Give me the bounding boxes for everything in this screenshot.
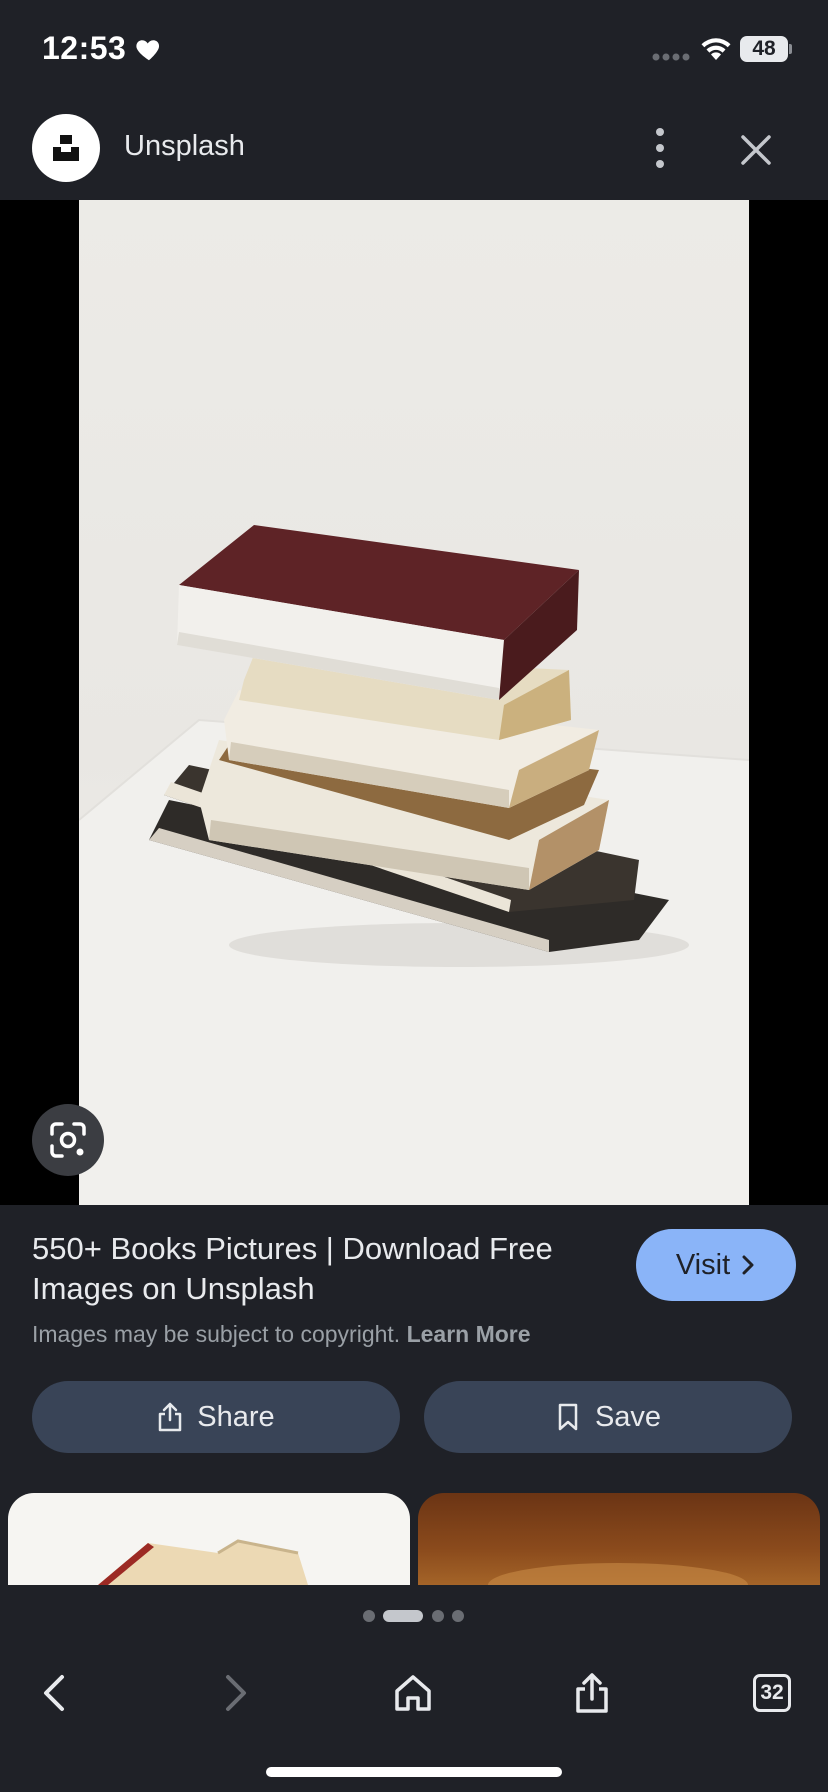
home-button[interactable] (377, 1657, 449, 1729)
share-icon (576, 1673, 608, 1713)
status-time: 12:53 (42, 30, 127, 66)
back-icon (44, 1675, 64, 1711)
copyright-notice: Images may be subject to copyright. Lear… (32, 1321, 531, 1348)
related-image-thumbnail[interactable] (418, 1493, 820, 1585)
forward-button[interactable] (198, 1657, 270, 1729)
bookmark-icon (558, 1403, 578, 1431)
more-vert-icon[interactable] (640, 122, 680, 174)
copyright-text: Images may be subject to copyright. (32, 1321, 401, 1347)
browser-toolbar: 32 (0, 1585, 828, 1792)
tab-count: 32 (760, 1681, 784, 1704)
back-button[interactable] (20, 1657, 92, 1729)
wifi-icon (701, 38, 731, 60)
battery-level: 48 (740, 36, 788, 62)
share-page-button[interactable] (556, 1657, 628, 1729)
home-icon (395, 1675, 431, 1711)
related-image-thumbnail[interactable] (8, 1493, 410, 1585)
result-title[interactable]: 550+ Books Pictures | Download Free Imag… (32, 1229, 602, 1309)
image-viewer[interactable] (0, 200, 828, 1205)
share-label: Share (197, 1400, 275, 1433)
heart-icon (136, 40, 160, 61)
share-icon (159, 1402, 182, 1432)
visit-label: Visit (675, 1248, 731, 1281)
signal-icon (652, 53, 690, 61)
tabs-icon: 32 (753, 1674, 791, 1712)
battery-icon: 48 (740, 36, 792, 62)
page-indicator (363, 1610, 464, 1622)
unsplash-logo-icon[interactable] (32, 114, 100, 182)
forward-icon (226, 1675, 246, 1711)
tabs-button[interactable]: 32 (736, 1657, 808, 1729)
status-bar: 12:53 48 (0, 0, 828, 100)
learn-more-link[interactable]: Learn More (407, 1321, 531, 1347)
books-stack-illustration (79, 525, 749, 1205)
books-photo[interactable] (79, 200, 749, 1205)
google-lens-icon (50, 1122, 86, 1158)
save-button[interactable]: Save (424, 1381, 792, 1453)
home-indicator[interactable] (266, 1767, 562, 1777)
close-icon[interactable] (734, 128, 778, 172)
save-label: Save (594, 1400, 662, 1433)
google-lens-button[interactable] (32, 1104, 104, 1176)
chevron-right-icon (742, 1255, 754, 1275)
viewer-header: Unsplash (0, 100, 828, 200)
share-button[interactable]: Share (32, 1381, 400, 1453)
visit-button[interactable]: Visit (636, 1229, 796, 1301)
site-name[interactable]: Unsplash (124, 130, 245, 163)
